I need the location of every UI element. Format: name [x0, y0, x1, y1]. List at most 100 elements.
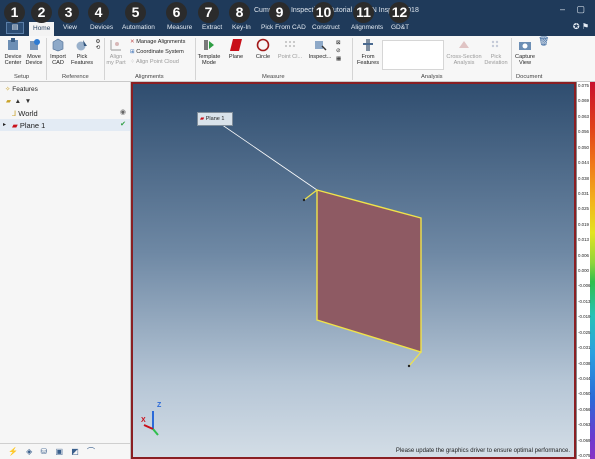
move-device-button[interactable]: Move Device — [24, 38, 44, 67]
menu-icon: ▤ — [11, 24, 19, 31]
tour-badge: 10 — [313, 2, 334, 23]
template-mode-button[interactable]: Template Mode — [197, 38, 221, 67]
tab-alignments[interactable]: Alignments — [351, 24, 383, 31]
features-panel-footer-toolbar[interactable]: ⚡ ◈ ⛁ ▣ ◩ ⌒ — [0, 443, 130, 459]
color-scale-label: 0.075 — [578, 83, 589, 88]
group-label-setup: Setup — [14, 74, 30, 80]
reference-options-icon[interactable]: ⚙ ⟲ — [94, 39, 102, 52]
align-my-part-icon — [110, 40, 121, 51]
move-down-icon[interactable]: ▼ — [25, 98, 31, 105]
tree-item-plane-1[interactable]: ▸ ▰ Plane 1 ✔ — [0, 119, 130, 131]
import-cad-icon — [52, 38, 64, 52]
plane-icon: ▰ — [12, 121, 18, 130]
color-scale-bar — [590, 82, 595, 459]
capture-view-button[interactable]: Capture View — [513, 38, 537, 67]
plane-normal-marker — [408, 351, 422, 367]
tab-view[interactable]: View — [63, 24, 77, 31]
manage-alignments-icon: ✕ — [130, 39, 135, 45]
tab-home[interactable]: Home — [29, 22, 55, 36]
align-point-cloud-button[interactable]: ⁘ Align Point Cloud — [130, 59, 179, 65]
features-icon: ✧ — [5, 86, 11, 93]
pick-features-button[interactable]: Pick Features — [70, 38, 94, 67]
color-scale-label: -0.044 — [578, 375, 591, 381]
move-up-icon[interactable]: ▲ — [15, 98, 21, 105]
from-features-icon — [363, 39, 373, 51]
color-scale-label: -0.025 — [578, 329, 591, 335]
group-label-document: Document — [516, 74, 543, 80]
inspect-button[interactable]: Inspect... — [306, 38, 334, 60]
coordinate-system-button[interactable]: ⊞ Coordinate System — [130, 49, 184, 55]
tour-badge: 9 — [269, 2, 290, 23]
features-toolbar: ▰ ▲ ▼ — [0, 95, 130, 107]
app-menu-button[interactable]: ▤ — [6, 22, 24, 34]
color-scale-label: 0.019 — [578, 221, 589, 227]
device-center-button[interactable]: Device Center — [3, 38, 23, 67]
divider — [352, 38, 353, 80]
from-features-button[interactable]: From Features — [355, 38, 381, 67]
cross-section-analysis-button[interactable]: Cross-Section Analysis — [446, 38, 482, 67]
point-cloud-icon — [285, 41, 295, 47]
visibility-icon[interactable]: ◉ — [120, 108, 126, 116]
plane-icon: ▰ — [200, 116, 205, 122]
tour-badge: 2 — [31, 2, 52, 23]
tab-construct[interactable]: Construct — [312, 24, 340, 31]
divider — [104, 38, 105, 80]
maximize-button[interactable]: ▢ — [576, 4, 585, 15]
color-scale-label: 0.069 — [578, 98, 589, 104]
group-label-reference: Reference — [62, 74, 89, 80]
analysis-gallery[interactable] — [382, 40, 444, 70]
tab-automation[interactable]: Automation — [122, 24, 155, 31]
measure-options-icon[interactable]: ⊠ ⊘ ▦ — [336, 39, 341, 63]
tour-badge: 5 — [125, 2, 146, 23]
plane-icon — [230, 39, 242, 51]
tour-badge: 3 — [58, 2, 79, 23]
color-scale-label: -0.031 — [578, 345, 591, 351]
tour-badge: 4 — [88, 2, 109, 23]
help-icon[interactable]: ✪ ⚑ — [573, 22, 589, 31]
features-panel-header: ✧ Features — [0, 82, 130, 95]
color-scale-label: 0.063 — [578, 113, 589, 119]
camera-icon — [519, 42, 531, 50]
tab-measure[interactable]: Measure — [167, 24, 192, 31]
divider — [511, 38, 512, 80]
circle-button[interactable]: Circle — [252, 38, 274, 60]
y-axis — [152, 428, 159, 436]
features-panel-title: Features — [12, 86, 38, 93]
color-scale-label: 0.025 — [578, 206, 589, 212]
point-cloud-button[interactable]: Point Cl... — [276, 38, 304, 60]
tour-badge: 7 — [198, 2, 219, 23]
divider — [195, 38, 196, 80]
leader-line — [214, 119, 318, 191]
folder-icon[interactable]: ▰ — [6, 98, 11, 105]
tab-pick-from-cad[interactable]: Pick From CAD — [261, 24, 306, 31]
align-my-part-button[interactable]: Align my Part — [106, 38, 126, 67]
plane-button[interactable]: Plane — [225, 38, 247, 60]
import-cad-button[interactable]: Import CAD — [48, 38, 68, 67]
move-device-icon — [30, 39, 40, 50]
status-message: Please update the graphics driver to ens… — [395, 448, 570, 454]
tour-badge: 11 — [353, 2, 374, 23]
group-label-measure: Measure — [262, 74, 285, 80]
tab-devices[interactable]: Devices — [90, 24, 113, 31]
plane-1-label[interactable]: ▰ Plane 1 — [197, 112, 233, 126]
tab-key-in[interactable]: Key-In — [232, 24, 251, 31]
minimize-button[interactable]: – — [560, 4, 565, 14]
manage-alignments-button[interactable]: ✕ Manage Alignments — [130, 39, 185, 45]
plane-normal-marker — [303, 189, 318, 201]
cross-section-icon — [459, 41, 469, 48]
color-scale-label: -0.006 — [578, 283, 591, 289]
coordinate-system-icon: ⊞ — [130, 49, 135, 55]
tour-badge: 1 — [4, 2, 25, 23]
z-axis-label: Z — [157, 402, 162, 409]
pick-deviation-button[interactable]: Pick Deviation — [482, 38, 510, 67]
tab-extract[interactable]: Extract — [202, 24, 222, 31]
3d-viewport[interactable]: ▰ Plane 1 Z X Please update the graphics… — [131, 82, 576, 459]
tab-gdt[interactable]: GD&T — [391, 24, 409, 31]
delete-icon[interactable]: 🗑 — [538, 36, 549, 46]
color-scale-label: -0.069 — [578, 437, 591, 443]
inspect-icon — [315, 41, 327, 51]
expand-icon[interactable]: ▸ — [3, 121, 6, 128]
tree-item-world[interactable]: ⅃ World ◉ — [0, 107, 130, 119]
device-center-icon — [8, 38, 18, 50]
color-scale-label: 0.000 — [578, 268, 589, 273]
